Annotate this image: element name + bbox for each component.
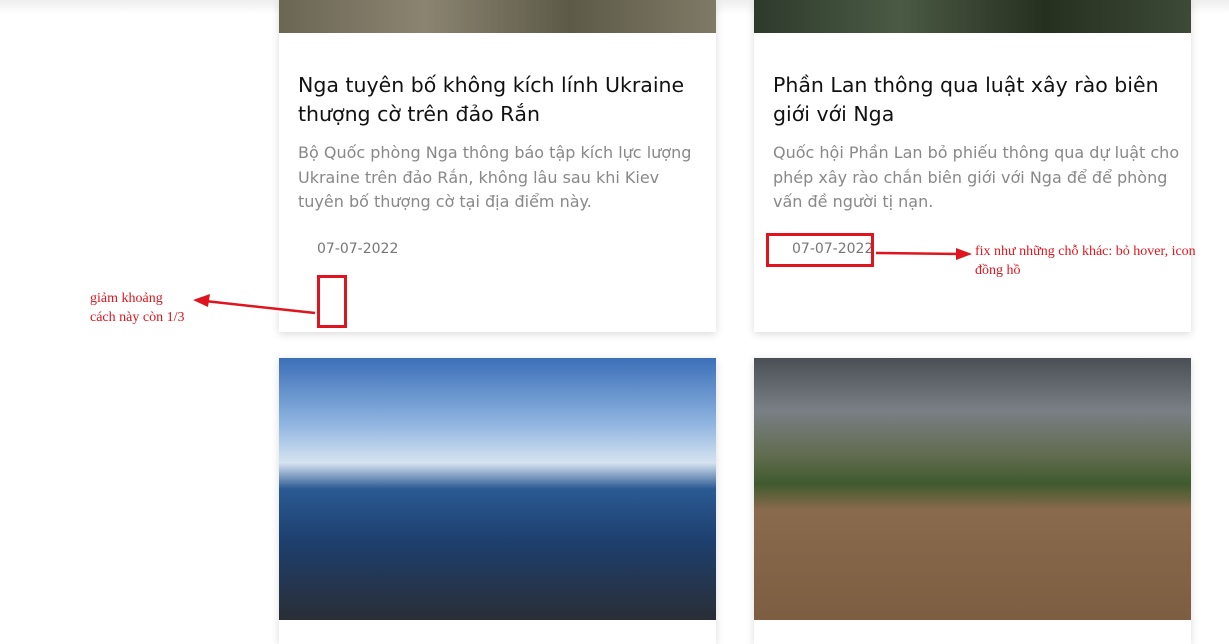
annotation-date: fix như những chỗ khác: bỏ hover, icon đ… bbox=[975, 244, 1196, 278]
annotation-spacing: giảm khoảng cách này còn 1/3 bbox=[90, 291, 185, 325]
